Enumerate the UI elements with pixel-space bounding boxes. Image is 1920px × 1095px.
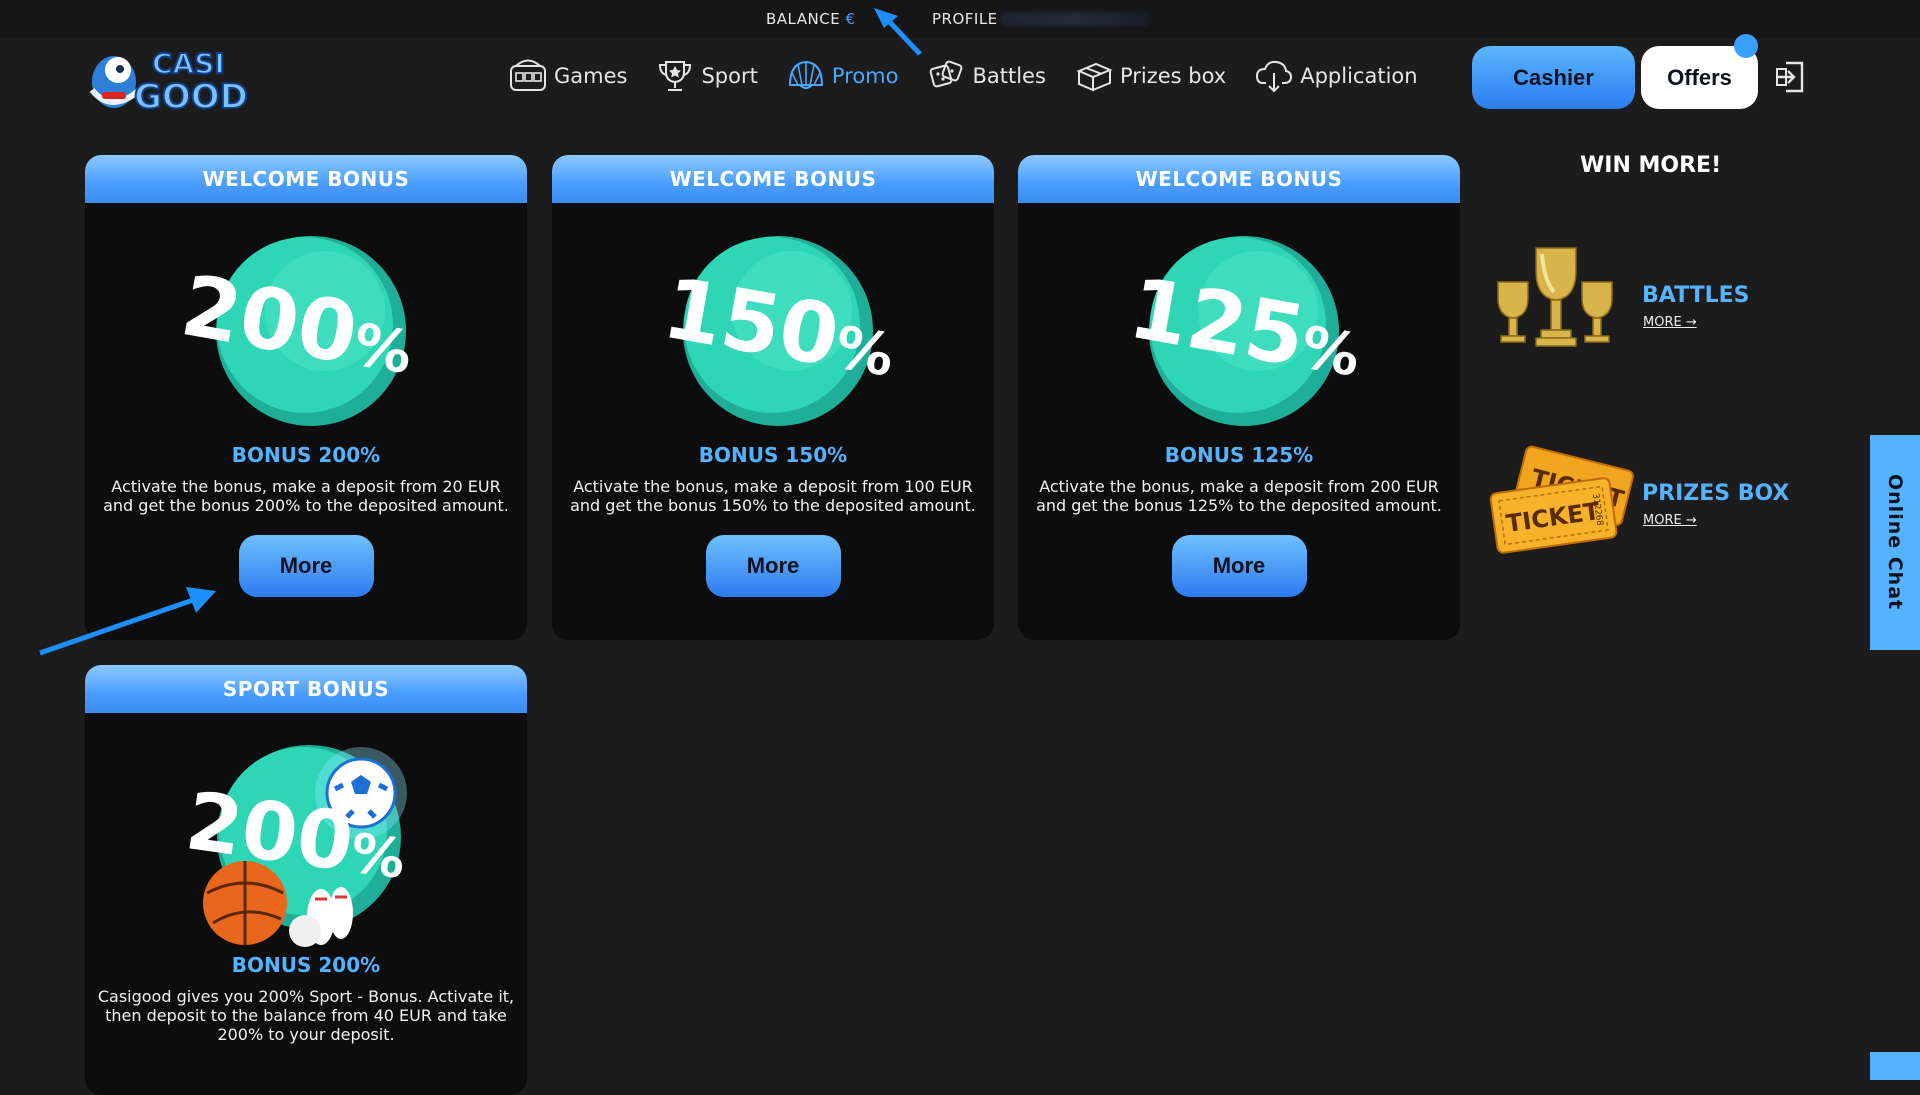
more-button[interactable]: More (238, 535, 374, 597)
prizes-box-promo[interactable]: TICKET TICKET312268 PRIZES BOX MORE → (1484, 440, 1814, 560)
gift-box-icon (1076, 62, 1113, 92)
balance-label: BALANCE (766, 10, 841, 28)
card-description: Activate the bonus, make a deposit from … (85, 467, 527, 515)
cashier-button[interactable]: Cashier (1472, 46, 1635, 109)
more-label: MORE (1643, 315, 1682, 330)
card-title: BONUS 200% (231, 953, 381, 977)
balance-currency: € (845, 10, 856, 28)
casigood-logo[interactable]: CASI GOOD (82, 40, 272, 118)
trophies-icon (1497, 247, 1613, 347)
profile-name-blurred (1000, 12, 1150, 26)
nav-battles-label: Battles (972, 64, 1046, 88)
card-description: Activate the bonus, make a deposit from … (1018, 467, 1460, 515)
tickets-icon: TICKET TICKET312268 (1489, 445, 1634, 554)
svg-text:125%: 125% (1122, 259, 1369, 396)
bonus-150-art: 150% (552, 203, 994, 443)
card-desc-line: Activate the bonus, make a deposit from … (1039, 477, 1439, 496)
card-title: BONUS 125% (1164, 443, 1314, 467)
more-label: MORE (1643, 513, 1682, 528)
scroll-tab[interactable] (1870, 1052, 1920, 1080)
dice-icon (930, 60, 963, 88)
nav-prizes-box-label: Prizes box (1119, 64, 1227, 88)
card-description: Casigood gives you 200% Sport - Bonus. A… (85, 977, 527, 1044)
card-description: Activate the bonus, make a deposit from … (552, 467, 994, 515)
nav-games-label: Games (554, 64, 628, 88)
more-button[interactable]: More (705, 535, 841, 597)
more-button[interactable]: More (1171, 535, 1307, 597)
battles-promo[interactable]: BATTLES MORE → (1484, 240, 1814, 360)
svg-text:CASI: CASI (152, 47, 225, 80)
percent-sign: % (347, 821, 409, 891)
battles-title: BATTLES (1642, 283, 1750, 308)
nav-games[interactable]: Games (508, 56, 627, 96)
nav-sport-label: Sport (701, 64, 758, 88)
nav-sport[interactable]: Sport (655, 56, 758, 96)
nav-promo[interactable]: Promo (786, 56, 899, 96)
card-title: BONUS 150% (698, 443, 848, 467)
online-chat-label: Online Chat (1884, 474, 1906, 611)
nav-promo-label: Promo (831, 64, 899, 88)
prizes-box-more-link[interactable]: MORE → (1643, 513, 1697, 528)
card-desc-line: Casigood gives you 200% Sport - Bonus. A… (97, 987, 515, 1006)
card-title: BONUS 200% (231, 443, 381, 467)
sport-bonus-card: SPORT BONUS 200% BONUS 200% Casigood giv… (85, 665, 527, 1095)
card-desc-line: 200% to your deposit. (217, 1025, 395, 1044)
offers-notification-dot (1734, 34, 1758, 58)
arrow-right-icon: → (1685, 513, 1697, 528)
profile-link[interactable]: PROFILE (932, 10, 998, 28)
card-desc-line: then deposit to the balance from 40 EUR … (105, 1006, 507, 1025)
svg-text:GOOD: GOOD (134, 77, 248, 114)
card-header: WELCOME BONUS (1018, 155, 1460, 203)
svg-text:150%: 150% (656, 259, 903, 396)
bonus-card: WELCOME BONUS 200% BONUS 200% Activate t… (85, 155, 527, 640)
balance[interactable]: BALANCE € (766, 10, 856, 28)
shell-icon (788, 60, 823, 89)
card-header: SPORT BONUS (85, 665, 527, 713)
card-desc-line: Activate the bonus, make a deposit from … (573, 477, 973, 496)
win-more-title: WIN MORE! (1580, 153, 1722, 178)
nav-application-label: Application (1300, 64, 1418, 88)
card-header: WELCOME BONUS (85, 155, 527, 203)
nav-prizes-box[interactable]: Prizes box (1074, 56, 1226, 96)
online-chat-tab[interactable]: Online Chat (1870, 435, 1920, 650)
slot-machine-icon (510, 59, 546, 91)
card-desc-line: and get the bonus 200% to the deposited … (103, 496, 509, 515)
battles-more-link[interactable]: MORE → (1643, 315, 1697, 330)
logout-icon[interactable] (1774, 60, 1806, 94)
sport-bonus-art: 200% (85, 713, 527, 953)
percent-sign: % (830, 313, 899, 390)
card-header: WELCOME BONUS (552, 155, 994, 203)
percent-sign: % (348, 310, 417, 387)
nav-battles[interactable]: Battles (926, 56, 1046, 96)
trophy-icon (659, 61, 692, 91)
arrow-right-icon: → (1685, 315, 1697, 330)
bonus-125-art: 125% (1018, 203, 1460, 443)
percent-sign: % (1296, 313, 1365, 390)
card-desc-line: and get the bonus 125% to the deposited … (1036, 496, 1442, 515)
card-desc-line: Activate the bonus, make a deposit from … (111, 477, 501, 496)
prizes-box-title: PRIZES BOX (1642, 481, 1790, 506)
bonus-200-art: 200% (85, 203, 527, 443)
download-cloud-icon (1256, 60, 1293, 93)
top-strip: BALANCE € PROFILE (0, 0, 1920, 38)
card-desc-line: and get the bonus 150% to the deposited … (570, 496, 976, 515)
nav-application[interactable]: Application (1254, 56, 1418, 96)
bonus-card: WELCOME BONUS 150% BONUS 150% Activate t… (552, 155, 994, 640)
main-nav: Games Sport Promo Battles Prizes box App… (508, 56, 1418, 96)
bonus-card: WELCOME BONUS 125% BONUS 125% Activate t… (1018, 155, 1460, 640)
